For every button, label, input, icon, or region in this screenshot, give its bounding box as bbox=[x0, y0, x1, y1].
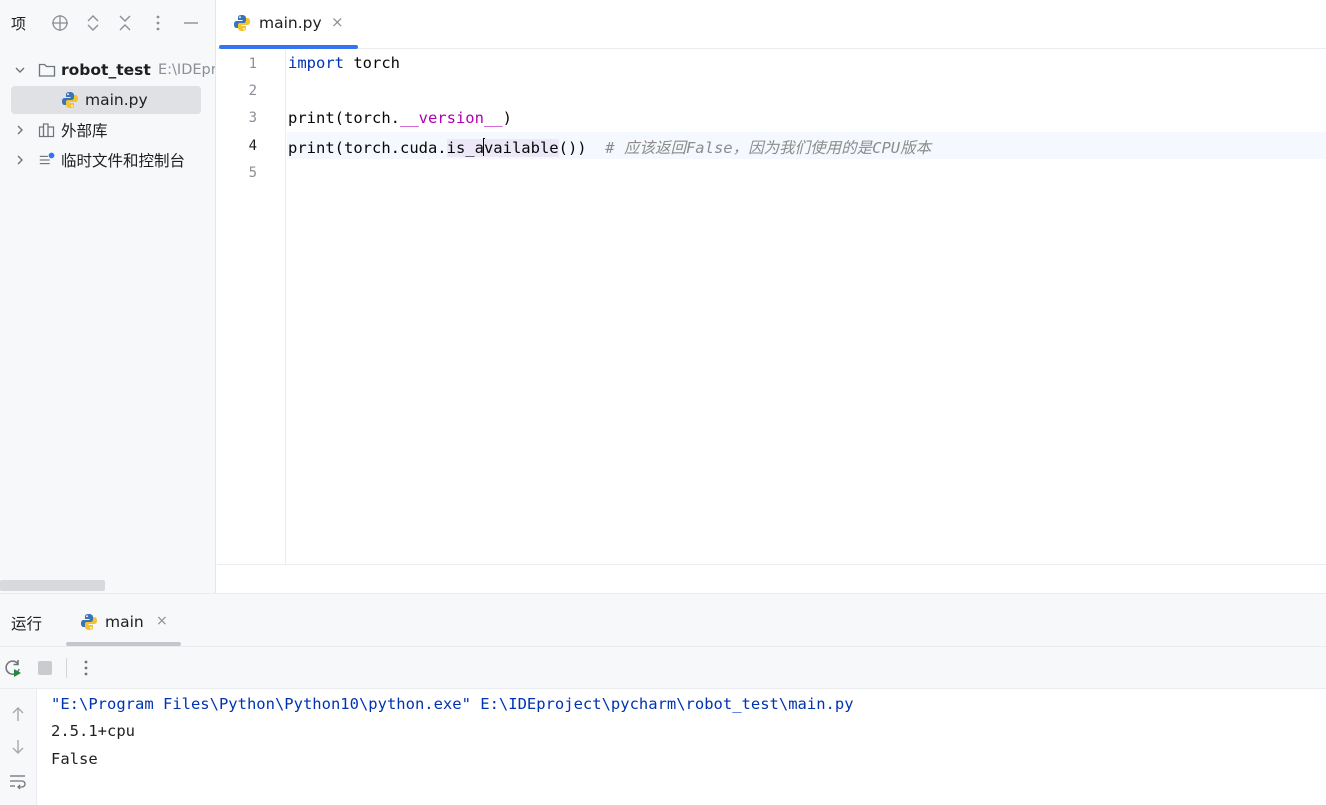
chevron-down-icon[interactable] bbox=[13, 63, 27, 77]
tab-main-py[interactable]: main.py × bbox=[217, 0, 358, 49]
toolbar-separator bbox=[66, 658, 67, 678]
console-output-line: False bbox=[51, 750, 98, 768]
line-number: 3 bbox=[248, 110, 257, 126]
rerun-icon[interactable] bbox=[3, 658, 23, 678]
identifier-highlight: is_a bbox=[446, 139, 484, 157]
tree-item-label: main.py bbox=[85, 91, 148, 109]
run-toolbar bbox=[0, 646, 1326, 689]
tree-item-robot-test[interactable]: robot_test E:\IDEproject\pycharm\robot_t… bbox=[0, 56, 216, 84]
editor-tab-bar: main.py × bbox=[217, 0, 1326, 49]
horizontal-scrollbar[interactable] bbox=[0, 580, 105, 591]
code-line-1: import torch bbox=[288, 54, 400, 72]
line-number: 1 bbox=[248, 56, 257, 72]
collapse-all-icon[interactable] bbox=[115, 12, 135, 34]
python-file-icon bbox=[80, 613, 98, 635]
project-title: 项 bbox=[11, 15, 27, 33]
hide-panel-icon[interactable] bbox=[181, 12, 201, 34]
console-command-line: "E:\Program Files\Python\Python10\python… bbox=[51, 695, 854, 713]
folder-icon bbox=[38, 61, 56, 79]
tab-run-main[interactable]: main × bbox=[66, 602, 181, 646]
code-text: print(torch.cuda. bbox=[288, 139, 447, 157]
tab-label: main.py bbox=[259, 14, 322, 32]
more-options-icon[interactable] bbox=[148, 12, 168, 34]
tree-item-label: 外部库 bbox=[61, 122, 108, 140]
project-tool-window: 项 robot_test E:\IDEproject\pycharm\robot… bbox=[0, 0, 216, 593]
arrow-down-icon[interactable] bbox=[8, 737, 28, 757]
close-icon[interactable]: × bbox=[331, 13, 344, 31]
chevron-right-icon[interactable] bbox=[13, 153, 27, 167]
line-number-gutter: 1 2 3 4 5 bbox=[217, 50, 286, 564]
code-text: ()) bbox=[558, 139, 587, 157]
code-line-3: print(torch.__version__) bbox=[288, 109, 512, 127]
python-file-icon bbox=[233, 14, 251, 36]
line-number: 5 bbox=[248, 165, 257, 181]
expand-all-icon[interactable] bbox=[83, 12, 103, 34]
code-line-4: print(torch.cuda.is_available()) # 应该返回F… bbox=[288, 136, 931, 158]
run-title: 运行 bbox=[11, 615, 43, 633]
active-tab-indicator bbox=[219, 45, 358, 49]
line-number-current: 4 bbox=[248, 138, 257, 154]
line-number: 2 bbox=[248, 83, 257, 99]
stop-icon[interactable] bbox=[35, 658, 55, 678]
code-editor[interactable]: import torch print(torch.__version__) pr… bbox=[287, 50, 1326, 564]
tree-item-external-libraries[interactable]: 外部库 bbox=[0, 116, 215, 144]
project-path-hint: E:\IDEproject\pycharm\robot_test bbox=[158, 62, 216, 78]
scratches-icon bbox=[38, 151, 56, 169]
code-comment: # 应该返回False，因为我们使用的是CPU版本 bbox=[605, 139, 932, 157]
editor-status-area bbox=[217, 564, 1326, 593]
console-output-line: 2.5.1+cpu bbox=[51, 722, 135, 740]
tree-item-scratches-consoles[interactable]: 临时文件和控制台 bbox=[0, 146, 215, 174]
tree-item-main-py[interactable]: main.py bbox=[11, 86, 201, 114]
run-console-output[interactable]: "E:\Program Files\Python\Python10\python… bbox=[37, 689, 1326, 805]
close-icon[interactable]: × bbox=[156, 613, 168, 629]
code-text: ) bbox=[502, 109, 512, 127]
tab-label: main bbox=[105, 613, 144, 631]
more-options-icon[interactable] bbox=[76, 658, 96, 678]
chevron-right-icon[interactable] bbox=[13, 123, 27, 137]
soft-wrap-icon[interactable] bbox=[8, 771, 28, 791]
run-tool-window: 运行 main × "E:\Program Files\Python\Pytho… bbox=[0, 593, 1326, 805]
arrow-up-icon[interactable] bbox=[8, 704, 28, 724]
code-text: print(torch. bbox=[288, 109, 400, 127]
keyword-import: import bbox=[288, 54, 344, 72]
code-text: torch bbox=[344, 54, 400, 72]
library-icon bbox=[38, 121, 56, 139]
tree-item-label: 临时文件和控制台 bbox=[61, 152, 186, 170]
locate-icon[interactable] bbox=[50, 12, 70, 34]
identifier-highlight: vailable bbox=[483, 139, 559, 157]
python-file-icon bbox=[61, 91, 79, 109]
tree-item-label: robot_test bbox=[61, 61, 151, 79]
dunder-attribute: __version__ bbox=[399, 109, 503, 127]
project-header: 项 bbox=[0, 0, 215, 48]
console-side-toolbar bbox=[0, 689, 37, 805]
